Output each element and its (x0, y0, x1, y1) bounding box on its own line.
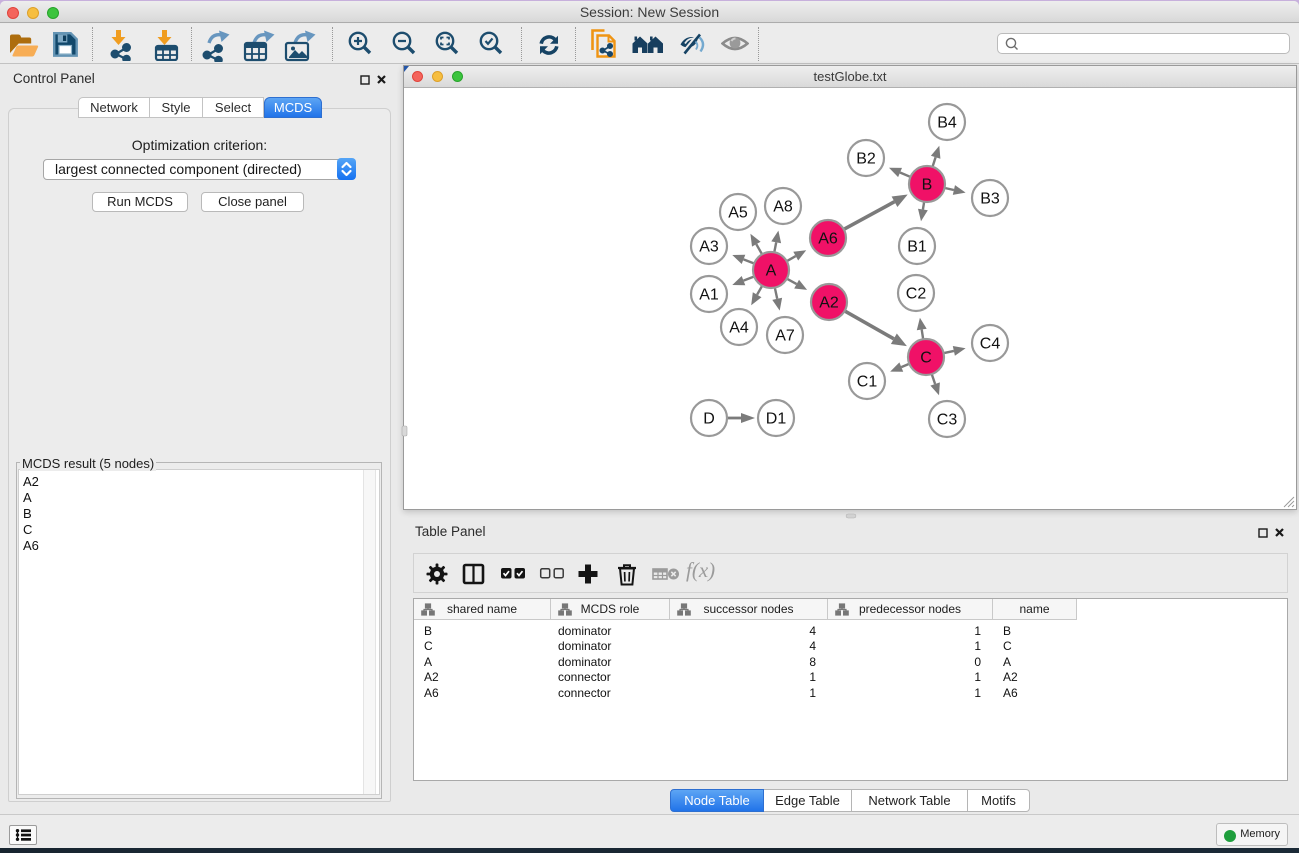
svg-text:D1: D1 (766, 411, 787, 428)
svg-text:C: C (920, 350, 932, 367)
svg-text:A: A (766, 263, 777, 280)
svg-text:A1: A1 (699, 287, 719, 304)
svg-text:D: D (703, 411, 715, 428)
svg-text:C3: C3 (937, 412, 958, 429)
svg-text:A4: A4 (729, 320, 749, 337)
svg-text:B: B (922, 177, 933, 194)
svg-text:A2: A2 (819, 295, 839, 312)
svg-text:B2: B2 (856, 151, 876, 168)
svg-text:B1: B1 (907, 239, 927, 256)
svg-text:A6: A6 (818, 231, 838, 248)
svg-text:A5: A5 (728, 205, 748, 222)
svg-text:A3: A3 (699, 239, 719, 256)
svg-text:A8: A8 (773, 199, 793, 216)
svg-text:B3: B3 (980, 191, 1000, 208)
svg-text:C1: C1 (857, 374, 878, 391)
svg-text:A7: A7 (775, 328, 795, 345)
svg-text:C4: C4 (980, 336, 1001, 353)
svg-text:B4: B4 (937, 115, 957, 132)
svg-text:C2: C2 (906, 286, 927, 303)
